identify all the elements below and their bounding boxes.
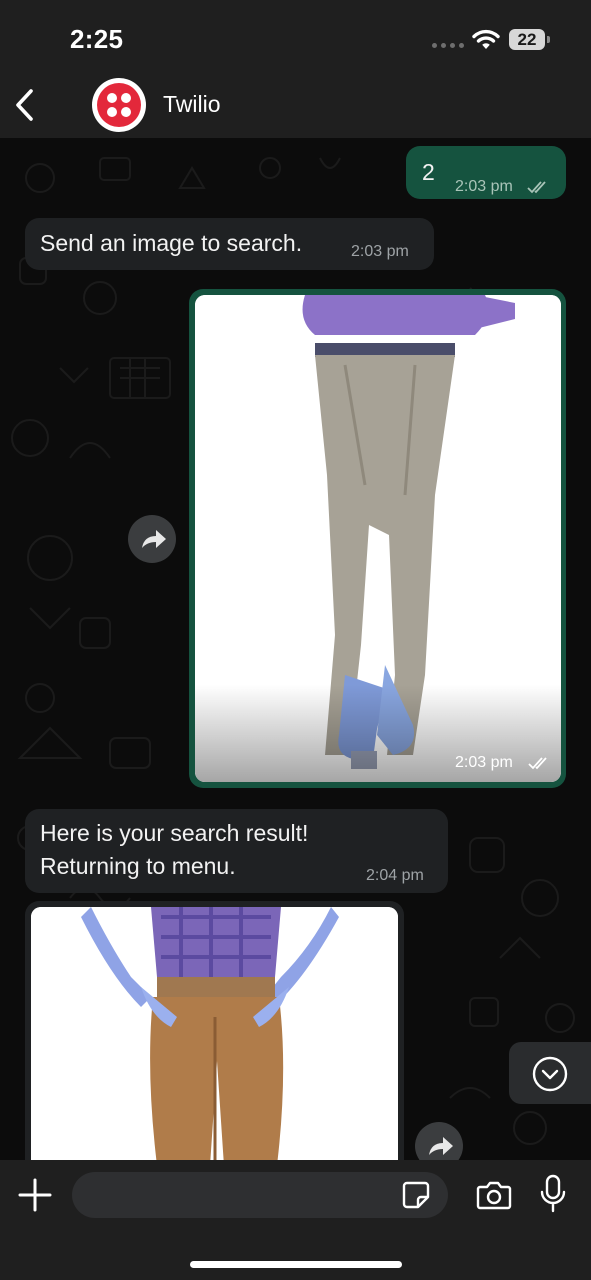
chevron-down-circle-icon [532,1056,568,1092]
battery-tip [547,36,550,43]
forward-arrow-icon [142,530,166,548]
home-indicator[interactable] [190,1261,402,1268]
camera-icon[interactable] [476,1180,512,1210]
chat-header: Twilio [0,74,591,138]
image-time: 2:03 pm [455,754,513,771]
double-check-icon [528,757,547,770]
cellular-signal-icon [432,43,464,48]
status-bar: 2:25 22 [0,0,591,74]
avatar[interactable] [92,78,146,132]
message-time: 2:04 pm [366,867,424,884]
double-check-icon [527,181,546,194]
forward-button[interactable] [415,1122,463,1160]
wifi-icon [472,29,500,49]
chinos-photo-illustration [31,907,398,1160]
message-time: 2:03 pm [351,243,409,260]
chat-area[interactable]: 2 2:03 pm Send an image to search. 2:03 … [0,138,591,1160]
plus-icon[interactable] [18,1178,52,1212]
message-bubble-incoming[interactable]: Here is your search result! Returning to… [25,809,448,893]
forward-button[interactable] [128,515,176,563]
sticker-icon[interactable] [401,1180,431,1210]
image-message-incoming[interactable] [25,901,404,1160]
jeans-photo[interactable]: 2:03 pm [195,295,561,782]
contact-name[interactable]: Twilio [163,91,221,118]
image-message-outgoing[interactable]: 2:03 pm [189,289,566,788]
twilio-logo-icon [97,83,141,127]
message-text: 2 [422,159,435,185]
message-text: Send an image to search. [40,230,303,256]
microphone-icon[interactable] [540,1174,566,1214]
status-time: 2:25 [70,24,124,54]
message-bubble-outgoing[interactable]: 2 2:03 pm [406,146,566,199]
forward-arrow-icon [429,1137,453,1155]
chinos-photo[interactable] [31,907,398,1160]
chevron-left-icon[interactable] [10,86,40,124]
message-bubble-incoming[interactable]: Send an image to search. 2:03 pm [25,218,434,270]
battery-icon: 22 [509,29,545,50]
message-time: 2:03 pm [455,178,513,195]
message-input[interactable] [72,1172,448,1218]
scroll-to-bottom-button[interactable] [509,1042,591,1104]
message-text: Here is your search result! Returning to… [40,820,309,879]
jeans-photo-illustration [195,295,561,782]
